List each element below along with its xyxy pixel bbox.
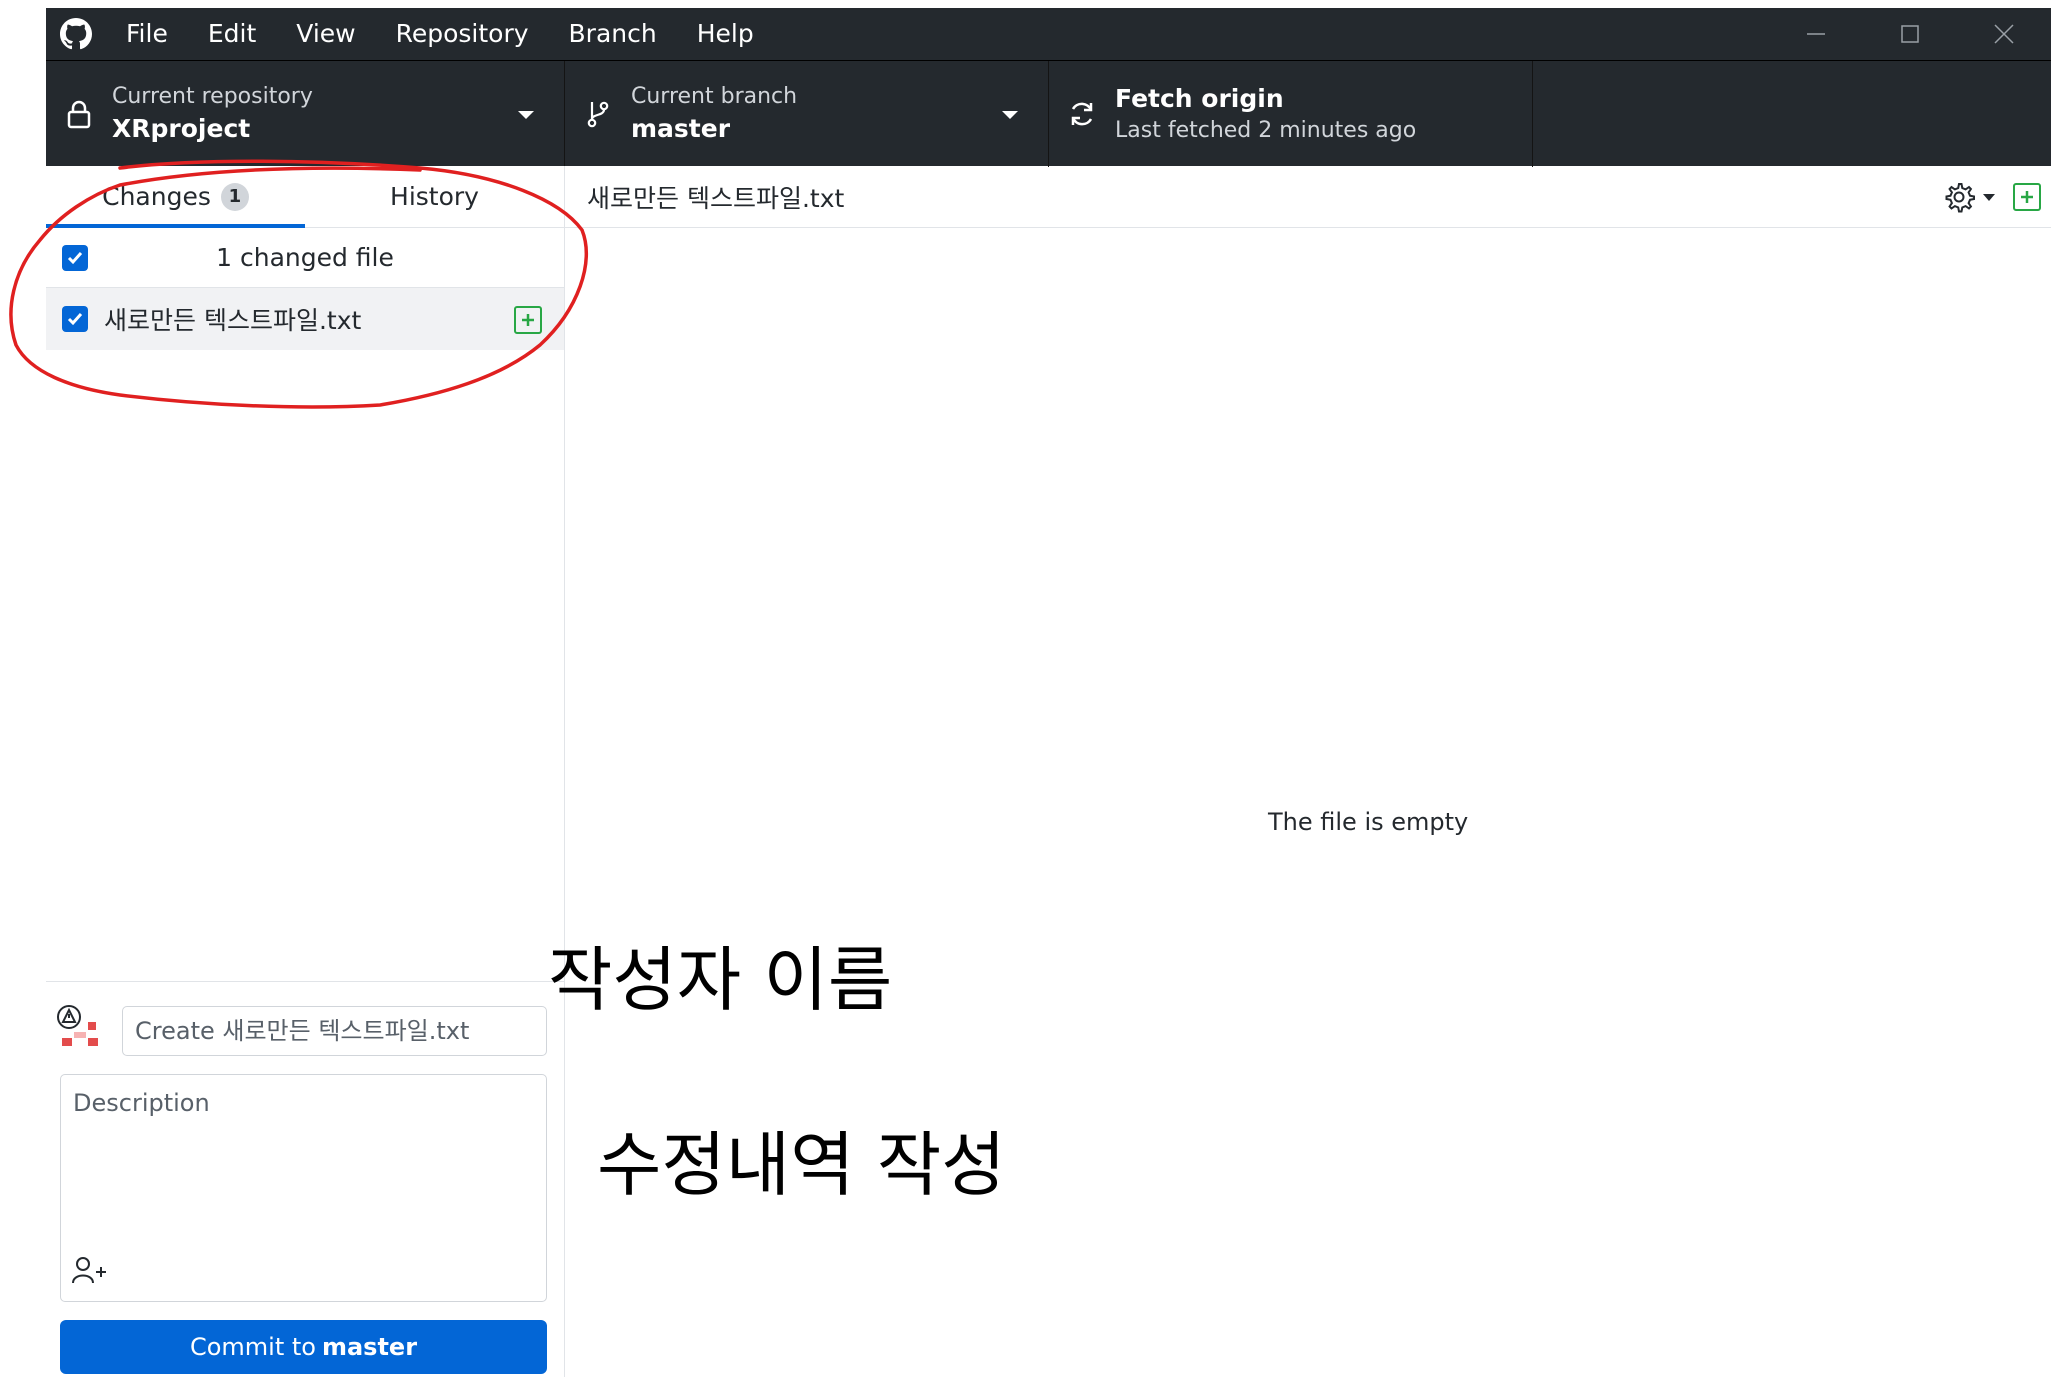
checkmark-icon xyxy=(67,251,83,264)
chevron-down-icon xyxy=(1002,111,1018,119)
repository-text: Current repository XRproject xyxy=(112,82,313,146)
commit-button-branch: master xyxy=(321,1333,418,1361)
fetch-text: Fetch origin Last fetched 2 minutes ago xyxy=(1115,82,1416,146)
tab-changes-label: Changes xyxy=(102,182,211,211)
author-name-annotation: 작성자 이름 xyxy=(548,939,893,1021)
tab-history-label: History xyxy=(390,182,479,211)
menu-branch[interactable]: Branch xyxy=(549,8,677,60)
sync-icon xyxy=(1049,99,1115,129)
toolbar: Current repository XRproject Current bra… xyxy=(46,60,2051,167)
diff-tools xyxy=(1943,166,2051,228)
changes-count-badge: 1 xyxy=(220,182,249,211)
chevron-down-icon xyxy=(518,111,534,119)
menu-view[interactable]: View xyxy=(276,8,375,60)
select-all-checkbox[interactable] xyxy=(62,244,88,271)
list-item[interactable]: 새로만든 텍스트파일.txt xyxy=(46,288,564,350)
current-repository-button[interactable]: Current repository XRproject xyxy=(46,61,565,167)
diff-options-button[interactable] xyxy=(1943,181,1995,213)
description-annotation: 수정내역 작성 xyxy=(597,1124,1006,1206)
menu-help[interactable]: Help xyxy=(677,8,774,60)
changed-files-header: 1 changed file xyxy=(46,228,564,288)
description-placeholder: Description xyxy=(73,1089,210,1117)
commit-panel: Create 새로만든 텍스트파일.txt Description Commit… xyxy=(46,981,565,1377)
menu-edit[interactable]: Edit xyxy=(188,8,276,60)
fetch-origin-button[interactable]: Fetch origin Last fetched 2 minutes ago xyxy=(1049,61,1533,167)
changes-sidebar: Changes 1 History 1 changed file 새로만든 텍스… xyxy=(46,166,565,1377)
commit-description-field[interactable]: Description xyxy=(60,1074,547,1302)
lock-icon xyxy=(46,99,112,129)
github-desktop-window: File Edit View Repository Branch Help Cu… xyxy=(46,8,2051,1377)
fetch-status: Last fetched 2 minutes ago xyxy=(1115,118,1417,143)
window-controls xyxy=(1769,8,2051,60)
gear-icon xyxy=(1945,183,1975,213)
file-include-checkbox[interactable] xyxy=(62,306,88,332)
menu-repository[interactable]: Repository xyxy=(376,8,549,60)
file-added-icon xyxy=(2013,183,2041,211)
menu-file[interactable]: File xyxy=(106,8,188,60)
github-logo-icon xyxy=(46,8,106,60)
minimize-icon[interactable] xyxy=(1769,8,1863,60)
add-coauthor-icon[interactable] xyxy=(71,1255,109,1289)
file-name: 새로만든 텍스트파일.txt xyxy=(104,306,362,335)
commit-button[interactable]: Commit to master xyxy=(60,1320,547,1374)
empty-file-message: The file is empty xyxy=(1268,808,1469,836)
branch-text: Current branch master xyxy=(631,82,797,146)
repository-name: XRproject xyxy=(112,114,251,143)
menu-bar: File Edit View Repository Branch Help xyxy=(106,8,774,60)
diff-header: 새로만든 텍스트파일.txt xyxy=(565,166,2051,228)
changed-files-count: 1 changed file xyxy=(216,243,394,272)
fetch-title: Fetch origin xyxy=(1115,84,1284,113)
tab-changes[interactable]: Changes 1 xyxy=(46,166,305,228)
maximize-icon[interactable] xyxy=(1863,8,1957,60)
branch-name: master xyxy=(631,114,731,143)
close-icon[interactable] xyxy=(1957,8,2051,60)
avatar[interactable] xyxy=(54,1002,104,1056)
checkmark-icon xyxy=(67,313,83,326)
branch-caption: Current branch xyxy=(631,84,798,109)
chevron-down-icon xyxy=(1983,193,1995,201)
repository-caption: Current repository xyxy=(112,84,313,109)
git-branch-icon xyxy=(565,98,631,130)
sidebar-tabs: Changes 1 History xyxy=(46,166,564,228)
current-branch-button[interactable]: Current branch master xyxy=(565,61,1049,167)
tab-history[interactable]: History xyxy=(305,166,564,227)
diff-file-path: 새로만든 텍스트파일.txt xyxy=(587,183,845,213)
commit-button-label: Commit to xyxy=(189,1333,316,1361)
file-added-icon xyxy=(514,306,542,334)
title-bar: File Edit View Repository Branch Help xyxy=(46,8,2051,60)
commit-summary-input[interactable]: Create 새로만든 텍스트파일.txt xyxy=(122,1006,547,1056)
